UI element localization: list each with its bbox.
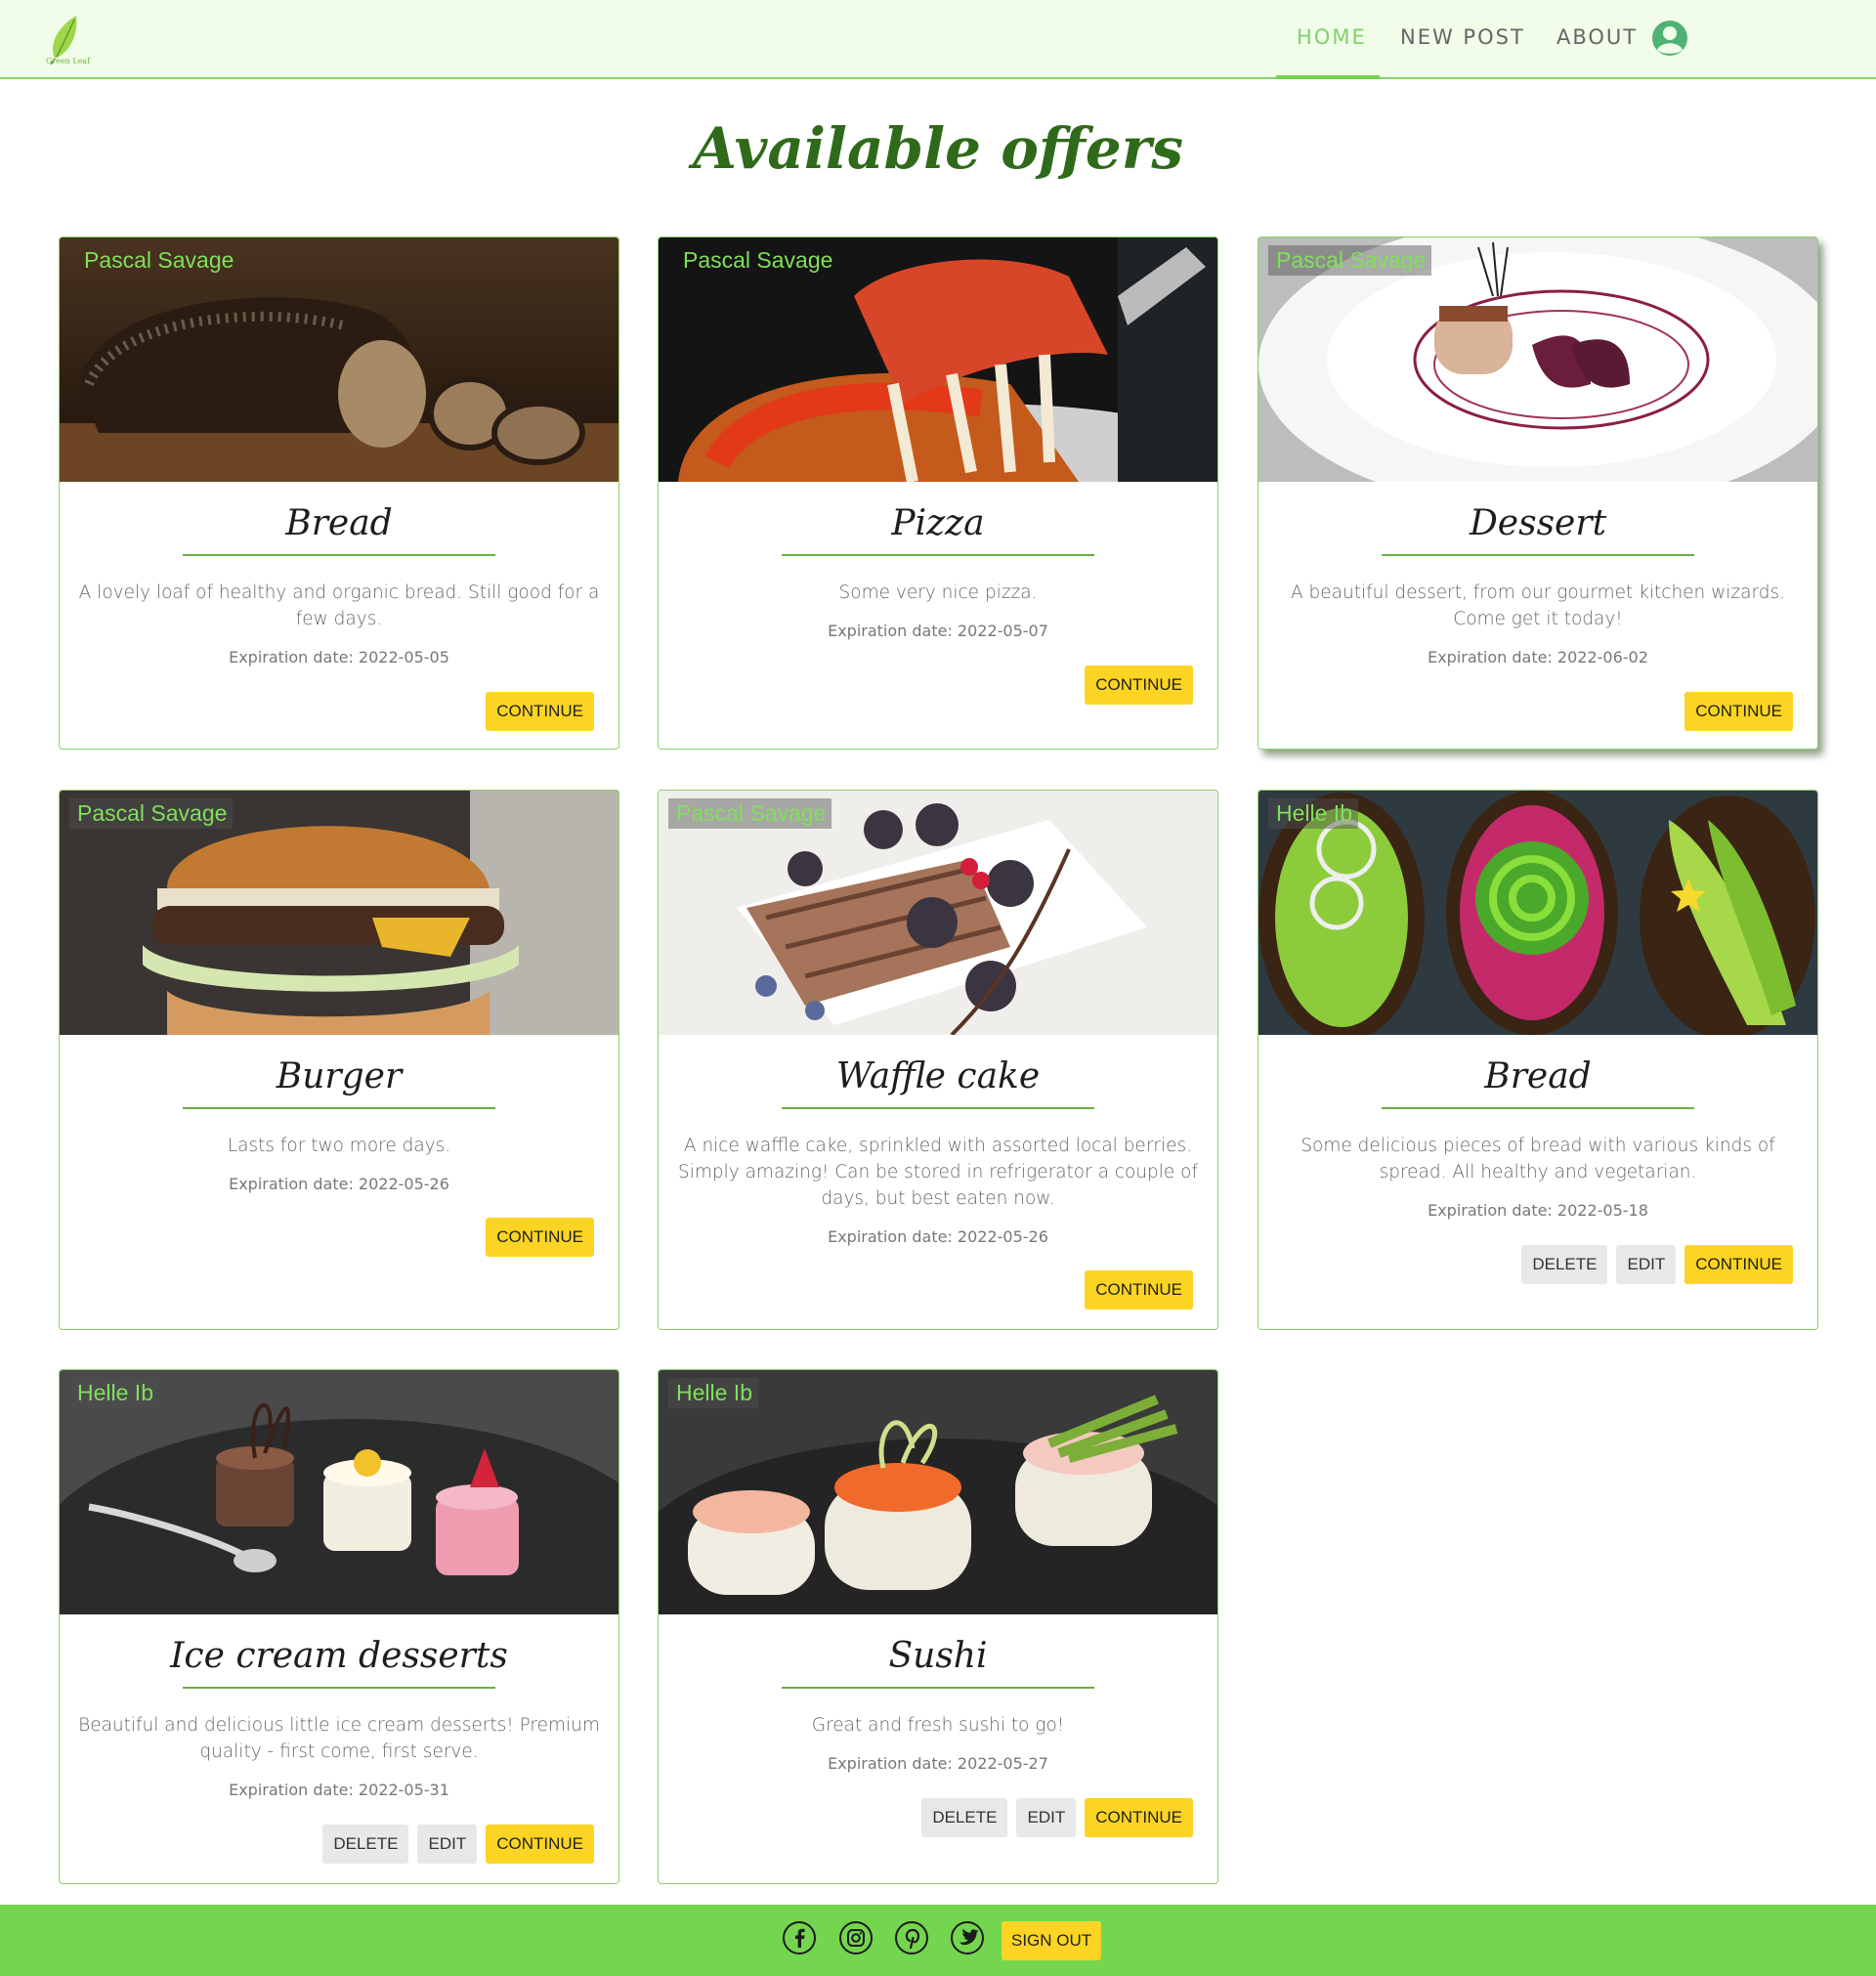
author-label: Helle Ib <box>668 1378 758 1408</box>
continue-button[interactable]: CONTINUE <box>1085 1798 1193 1837</box>
expiration-date: Expiration date: 2022-05-26 <box>229 1175 449 1193</box>
card-description: Great and fresh sushi to go! <box>811 1715 1065 1736</box>
card-title: Dessert <box>1469 503 1607 543</box>
nav-new-post[interactable]: NEW POST <box>1400 25 1525 49</box>
author-label: Pascal Savage <box>1268 245 1432 276</box>
author-label: Helle Ib <box>1268 798 1358 829</box>
card-actions: DELETE EDIT CONTINUE <box>921 1798 1193 1837</box>
nav-home[interactable]: HOME <box>1297 25 1367 49</box>
card-actions: CONTINUE <box>486 692 594 731</box>
title-divider <box>183 1687 495 1689</box>
title-divider <box>782 554 1094 556</box>
author-label: Pascal Savage <box>69 798 234 829</box>
offer-card: Helle Ib Sushi Great and fresh sushi to … <box>658 1369 1218 1884</box>
offer-card: Pascal Savage Pizza Some very nice pizza… <box>658 236 1218 750</box>
card-actions: CONTINUE <box>1684 692 1793 731</box>
edit-button[interactable]: EDIT <box>1016 1798 1077 1837</box>
offer-card: Helle Ib Ice cream desserts Beautiful an… <box>59 1369 619 1884</box>
continue-button[interactable]: CONTINUE <box>486 692 594 731</box>
page-title: Available offers <box>692 115 1184 182</box>
author-label: Pascal Savage <box>84 247 234 273</box>
continue-button[interactable]: CONTINUE <box>1085 1270 1193 1310</box>
active-nav-indicator <box>1276 75 1380 79</box>
card-actions: CONTINUE <box>1085 666 1193 705</box>
facebook-icon[interactable] <box>782 1920 817 1955</box>
navbar: Green Leaf HOME NEW POST ABOUT <box>0 0 1876 79</box>
card-description: A lovely loaf of healthy and organic bre… <box>78 582 600 629</box>
ice-cream-desserts-photo: Helle Ib <box>60 1370 618 1614</box>
expiration-date: Expiration date: 2022-05-05 <box>229 648 449 666</box>
card-description: Some very nice pizza. <box>838 582 1038 603</box>
expiration-date: Expiration date: 2022-05-26 <box>828 1227 1048 1246</box>
expiration-date: Expiration date: 2022-06-02 <box>1428 648 1648 666</box>
card-actions: DELETE EDIT CONTINUE <box>322 1825 594 1864</box>
title-divider <box>1382 554 1694 556</box>
expiration-date: Expiration date: 2022-05-18 <box>1428 1201 1648 1220</box>
sign-out-button[interactable]: SIGN OUT <box>1002 1921 1102 1960</box>
logo-text: Green Leaf <box>46 57 91 65</box>
waffle-cake-photo: Pascal Savage <box>659 791 1217 1035</box>
card-description: A beautiful dessert, from our gourmet ki… <box>1290 582 1786 629</box>
title-divider <box>782 1687 1094 1689</box>
offer-card: Helle Ib Bread Some delicious pieces of … <box>1258 790 1818 1330</box>
pizza-photo: Pascal Savage <box>659 237 1217 482</box>
card-description: Lasts for two more days. <box>227 1136 451 1156</box>
delete-button[interactable]: DELETE <box>1521 1245 1608 1284</box>
continue-button[interactable]: CONTINUE <box>486 1218 594 1257</box>
expiration-date: Expiration date: 2022-05-31 <box>229 1781 449 1799</box>
pinterest-icon[interactable] <box>894 1920 929 1955</box>
continue-button[interactable]: CONTINUE <box>1684 692 1793 731</box>
card-description: Some delicious pieces of bread with vari… <box>1300 1136 1775 1182</box>
title-divider <box>1382 1107 1694 1109</box>
offer-card: Pascal Savage Bread A lovely loaf of hea… <box>59 236 619 750</box>
card-description: Beautiful and delicious little ice cream… <box>78 1715 600 1762</box>
offer-card: Pascal Savage Burger Lasts for two more … <box>59 790 619 1330</box>
plated-dessert-photo: Pascal Savage <box>1258 237 1817 482</box>
edit-button[interactable]: EDIT <box>417 1825 478 1864</box>
card-title: Waffle cake <box>835 1056 1041 1096</box>
card-actions: DELETE EDIT CONTINUE <box>1521 1245 1793 1284</box>
author-label: Pascal Savage <box>683 247 833 273</box>
sushi-photo: Helle Ib <box>659 1370 1217 1614</box>
author-label: Helle Ib <box>69 1378 159 1408</box>
expiration-date: Expiration date: 2022-05-07 <box>828 622 1048 640</box>
avocado-toast-photo: Helle Ib <box>1258 791 1817 1035</box>
title-divider <box>782 1107 1094 1109</box>
continue-button[interactable]: CONTINUE <box>1684 1245 1793 1284</box>
edit-button[interactable]: EDIT <box>1616 1245 1677 1284</box>
author-label: Pascal Savage <box>668 798 832 829</box>
burger-photo: Pascal Savage <box>60 791 618 1035</box>
card-description: A nice waffle cake, sprinkled with assor… <box>677 1136 1199 1209</box>
offer-card: Pascal Savage Waffle cake A nice waffle … <box>658 790 1218 1330</box>
nav-about[interactable]: ABOUT <box>1556 25 1638 49</box>
continue-button[interactable]: CONTINUE <box>486 1825 594 1864</box>
card-title: Burger <box>276 1056 403 1096</box>
card-actions: CONTINUE <box>486 1218 594 1257</box>
card-title: Bread <box>1484 1056 1592 1096</box>
title-divider <box>183 1107 495 1109</box>
continue-button[interactable]: CONTINUE <box>1085 666 1193 705</box>
instagram-icon[interactable] <box>838 1920 874 1955</box>
card-title: Sushi <box>888 1636 988 1676</box>
offer-card: Pascal Savage Dessert A beautiful desser… <box>1258 236 1818 750</box>
title-divider <box>183 554 495 556</box>
footer: SIGN OUT <box>0 1905 1876 1976</box>
delete-button[interactable]: DELETE <box>322 1825 409 1864</box>
expiration-date: Expiration date: 2022-05-27 <box>828 1754 1048 1773</box>
card-title: Pizza <box>891 503 985 543</box>
delete-button[interactable]: DELETE <box>921 1798 1008 1837</box>
twitter-icon[interactable] <box>950 1920 985 1955</box>
user-circle-icon[interactable] <box>1651 20 1688 57</box>
card-title: Ice cream desserts <box>170 1636 508 1676</box>
bread-loaf-photo: Pascal Savage <box>60 237 618 482</box>
card-actions: CONTINUE <box>1085 1270 1193 1310</box>
card-title: Bread <box>285 503 393 543</box>
